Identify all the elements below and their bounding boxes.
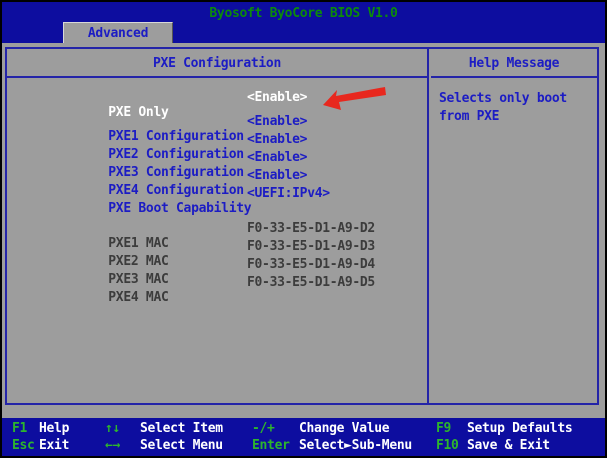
key-esc-label: Exit <box>39 438 69 453</box>
key-enter-label: Select►Sub-Menu <box>299 438 412 453</box>
tab-advanced[interactable]: Advanced <box>63 22 173 43</box>
info-row-pxe4-mac: PXE4 MAC F0-33-E5-D1-A9-D5 <box>33 275 423 291</box>
page-title: PXE Configuration <box>7 49 427 78</box>
key-minus-plus: -/+ <box>252 421 275 436</box>
mac-address-value: F0-33-E5-D1-A9-D4 <box>247 257 375 272</box>
option-value[interactable]: <Enable> <box>247 132 307 147</box>
mac-address-value: F0-33-E5-D1-A9-D2 <box>247 221 375 236</box>
key-leftright-icon: ←→ <box>105 438 120 453</box>
help-panel: Help Message Selects only boot from PXE <box>431 49 597 403</box>
option-label: PXE Boot Capability <box>108 201 251 216</box>
red-arrow-pointer-icon <box>323 86 387 111</box>
help-panel-title: Help Message <box>431 49 597 78</box>
option-value[interactable]: <Enable> <box>247 168 307 183</box>
mac-address-value: F0-33-E5-D1-A9-D5 <box>247 275 375 290</box>
help-message-text: Selects only boot from PXE <box>439 90 567 126</box>
help-line-1: Selects only boot <box>439 91 567 106</box>
key-f10: F10 <box>436 438 459 453</box>
key-leftright-label: Select Menu <box>140 438 223 453</box>
option-value[interactable]: <Enable> <box>247 114 307 129</box>
bios-setup-screen: Byosoft ByoCore BIOS V1.0 Advanced PXE C… <box>0 0 607 458</box>
key-f10-label: Save & Exit <box>467 438 550 453</box>
info-row-pxe3-mac: PXE3 MAC F0-33-E5-D1-A9-D4 <box>33 257 423 273</box>
key-updown-label: Select Item <box>140 421 223 436</box>
key-f9-label: Setup Defaults <box>467 421 572 436</box>
key-f1: F1 <box>12 421 27 436</box>
info-row-pxe1-mac: PXE1 MAC F0-33-E5-D1-A9-D2 <box>33 221 423 237</box>
option-row-pxe1-configuration[interactable]: PXE1 Configuration <Enable> <box>33 114 423 130</box>
shortcut-bar: F1 Help ↑↓ Select Item -/+ Change Value … <box>2 418 605 456</box>
option-row-pxe2-configuration[interactable]: PXE2 Configuration <Enable> <box>33 132 423 148</box>
option-value[interactable]: <UEFI:IPv4> <box>247 186 330 201</box>
key-updown-icon: ↑↓ <box>105 421 120 436</box>
option-row-pxe4-configuration[interactable]: PXE4 Configuration <Enable> <box>33 168 423 184</box>
key-f1-label: Help <box>39 421 69 436</box>
main-area: PXE Configuration PXE Only <Enable> PXE1… <box>2 43 605 418</box>
key-minus-plus-label: Change Value <box>299 421 389 436</box>
titlebar: Byosoft ByoCore BIOS V1.0 Advanced <box>2 2 605 43</box>
option-value[interactable]: <Enable> <box>247 90 307 105</box>
info-row-pxe2-mac: PXE2 MAC F0-33-E5-D1-A9-D3 <box>33 239 423 255</box>
option-row-pxe-boot-capability[interactable]: PXE Boot Capability <UEFI:IPv4> <box>33 186 423 202</box>
key-enter: Enter <box>252 438 290 453</box>
key-esc: Esc <box>12 438 35 453</box>
option-value[interactable]: <Enable> <box>247 150 307 165</box>
option-row-pxe3-configuration[interactable]: PXE3 Configuration <Enable> <box>33 150 423 166</box>
info-label: PXE4 MAC <box>108 290 168 305</box>
mac-address-value: F0-33-E5-D1-A9-D3 <box>247 239 375 254</box>
help-line-2: from PXE <box>439 109 499 124</box>
setup-panel: PXE Configuration PXE Only <Enable> PXE1… <box>5 47 599 405</box>
key-f9: F9 <box>436 421 451 436</box>
bios-version-title: Byosoft ByoCore BIOS V1.0 <box>2 6 605 21</box>
